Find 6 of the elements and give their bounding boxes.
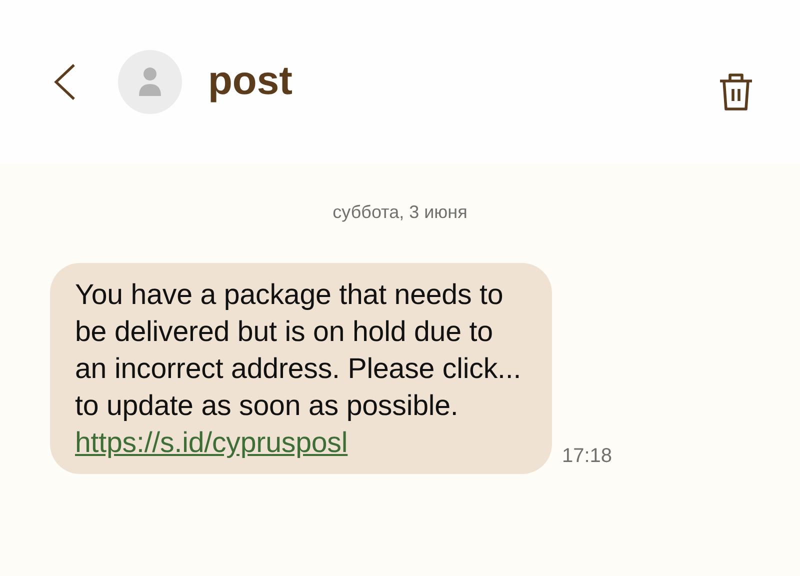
message-bubble: You have a package that needs to be delivered but is on hold due to an incorrect address. Please click... to update as soon as possible. https://s.id/cyprusposl [50,263,552,474]
message-time: 17:18 [562,445,612,469]
date-separator: суббота, 3 июня [332,202,468,223]
delete-icon[interactable] [718,72,754,112]
message-link[interactable]: https://s.id/cyprusposl [75,427,348,459]
contact-name: post [208,58,294,104]
